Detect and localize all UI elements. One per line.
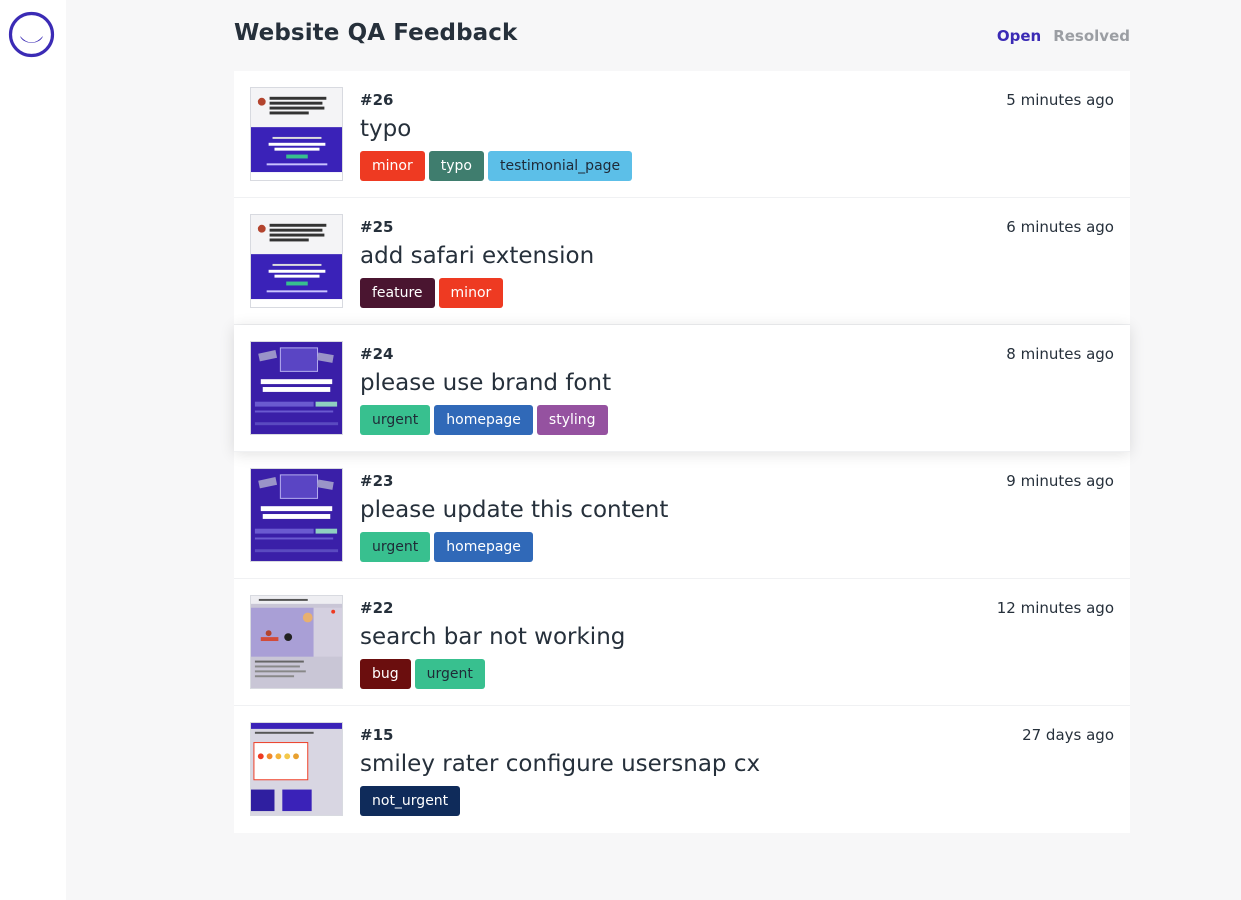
usersnap-logo-icon[interactable] (8, 11, 55, 58)
tag-badge[interactable]: typo (428, 151, 484, 181)
tag-badge[interactable]: feature (360, 278, 435, 308)
ticket-tags: not_urgent (360, 786, 461, 816)
tag-badge[interactable]: urgent (414, 659, 485, 689)
sidebar (0, 0, 66, 900)
ticket-row[interactable]: #26 5 minutes ago typo minor typo testimonial… (234, 71, 1130, 198)
ticket-timestamp: 12 minutes ago (996, 599, 1114, 617)
tag-badge[interactable]: homepage (434, 405, 533, 435)
ticket-timestamp: 6 minutes ago (1006, 218, 1114, 236)
ticket-thumbnail[interactable] (250, 468, 343, 562)
ticket-thumbnail[interactable] (250, 595, 343, 689)
ticket-thumbnail[interactable] (250, 87, 343, 181)
ticket-title[interactable]: add safari extension (360, 243, 594, 269)
tag-badge[interactable]: minor (438, 278, 504, 308)
ticket-title[interactable]: please update this content (360, 497, 668, 523)
ticket-tags: urgent homepage styling (360, 405, 608, 435)
ticket-row[interactable]: #25 6 minutes ago add safari extension feat… (234, 198, 1130, 325)
ticket-row[interactable]: #15 27 days ago smiley rater configure use… (234, 706, 1130, 833)
page-title: Website QA Feedback (234, 20, 518, 46)
tag-badge[interactable]: urgent (360, 532, 431, 562)
ticket-title[interactable]: typo (360, 116, 411, 142)
ticket-row[interactable]: #22 12 minutes ago search bar not working b… (234, 579, 1130, 706)
ticket-tags: feature minor (360, 278, 504, 308)
tag-badge[interactable]: bug (360, 659, 411, 689)
ticket-timestamp: 27 days ago (1022, 726, 1114, 744)
ticket-thumbnail[interactable] (250, 341, 343, 435)
ticket-thumbnail[interactable] (250, 214, 343, 308)
ticket-id: #24 (360, 345, 394, 363)
ticket-id: #25 (360, 218, 394, 236)
tag-badge[interactable]: testimonial_page (487, 151, 633, 181)
tag-badge[interactable]: styling (536, 405, 608, 435)
page-header: Website QA Feedback Open Resolved (234, 0, 1130, 71)
ticket-timestamp: 9 minutes ago (1006, 472, 1114, 490)
tag-badge[interactable]: urgent (360, 405, 431, 435)
tag-badge[interactable]: minor (360, 151, 425, 181)
ticket-row[interactable]: #24 8 minutes ago please use brand font urg… (234, 325, 1130, 452)
ticket-id: #15 (360, 726, 394, 744)
main-content: Website QA Feedback Open Resolved #26 5 m… (234, 0, 1130, 833)
ticket-tags: urgent homepage (360, 532, 533, 562)
ticket-title[interactable]: smiley rater configure usersnap cx (360, 751, 760, 777)
ticket-row[interactable]: #23 9 minutes ago please update this conte… (234, 452, 1130, 579)
ticket-title[interactable]: please use brand font (360, 370, 611, 396)
ticket-thumbnail[interactable] (250, 722, 343, 816)
ticket-id: #23 (360, 472, 394, 490)
tag-badge[interactable]: not_urgent (360, 786, 461, 816)
status-filter: Open Resolved (997, 27, 1130, 45)
ticket-timestamp: 5 minutes ago (1006, 91, 1114, 109)
ticket-timestamp: 8 minutes ago (1006, 345, 1114, 363)
filter-open[interactable]: Open (997, 27, 1041, 45)
ticket-list: #26 5 minutes ago typo minor typo testimonial… (234, 71, 1130, 833)
tag-badge[interactable]: homepage (434, 532, 533, 562)
ticket-id: #26 (360, 91, 394, 109)
ticket-tags: bug urgent (360, 659, 485, 689)
ticket-title[interactable]: search bar not working (360, 624, 625, 650)
filter-resolved[interactable]: Resolved (1053, 27, 1130, 45)
ticket-tags: minor typo testimonial_page (360, 151, 633, 181)
ticket-id: #22 (360, 599, 394, 617)
